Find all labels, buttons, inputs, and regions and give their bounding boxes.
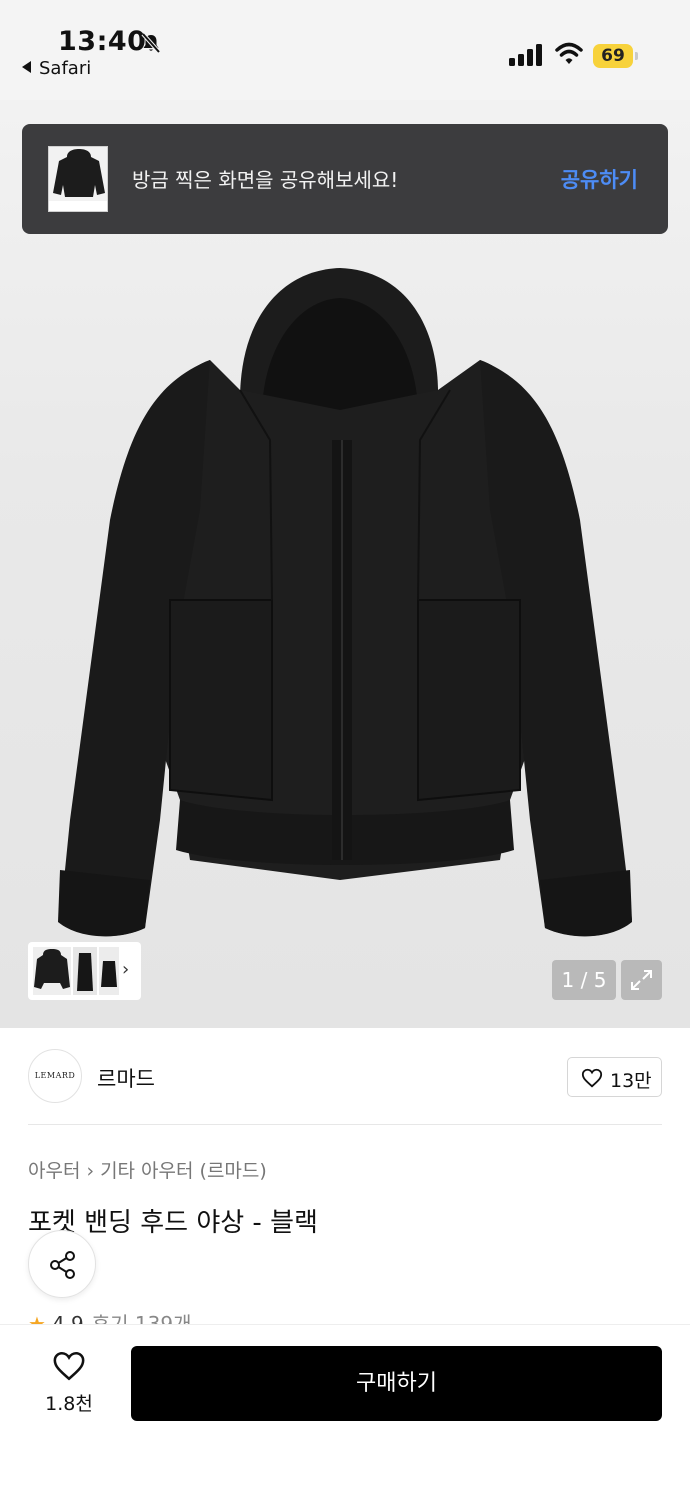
brand-like-count: 13만 xyxy=(610,1070,652,1092)
purchase-bar: 1.8천 구매하기 xyxy=(0,1324,690,1500)
category-breadcrumb: 아우터 › 기타 아우터 (르마드) xyxy=(28,1156,267,1183)
brand-logo[interactable]: LEMARD xyxy=(28,1049,82,1103)
wishlist-button[interactable]: 1.8천 xyxy=(38,1349,100,1429)
wifi-icon xyxy=(555,42,583,64)
expand-icon[interactable] xyxy=(621,960,662,1000)
thumbnail-item[interactable] xyxy=(99,947,119,995)
share-icon xyxy=(50,1251,75,1279)
heart-outline-icon xyxy=(53,1351,85,1381)
screenshot-share-toast[interactable]: 방금 찍은 화면을 공유해보세요! 공유하기 xyxy=(22,124,668,234)
bell-muted-icon xyxy=(141,32,161,54)
chevron-right-icon: › xyxy=(86,1160,95,1182)
brand-like-button[interactable]: 13만 xyxy=(567,1057,662,1097)
toast-share-button[interactable]: 공유하기 xyxy=(561,164,638,194)
divider xyxy=(28,1124,662,1125)
brand-name[interactable]: 르마드 xyxy=(97,1063,155,1093)
toast-screenshot-thumbnail xyxy=(48,146,108,212)
chevron-right-icon[interactable]: › xyxy=(122,959,129,980)
signal-icon xyxy=(509,44,542,66)
image-counter: 1 / 5 xyxy=(552,960,616,1000)
toast-message: 방금 찍은 화면을 공유해보세요! xyxy=(132,168,399,192)
image-thumbnail-strip[interactable]: › xyxy=(28,942,141,1000)
back-arrow-icon xyxy=(22,61,31,73)
breadcrumb-item[interactable]: 기타 아우터 (르마드) xyxy=(100,1160,267,1182)
heart-outline-icon xyxy=(581,1068,603,1088)
product-image-gallery[interactable] xyxy=(0,100,690,1028)
product-page: 13:40 Safari 69 방금 찍은 화면을 공유해보세요! 공유하기 ›… xyxy=(0,0,690,1500)
breadcrumb-item[interactable]: 아우터 xyxy=(28,1160,80,1182)
status-bar: 13:40 Safari 69 xyxy=(0,0,690,100)
battery-icon: 69 xyxy=(593,44,639,68)
wishlist-count: 1.8천 xyxy=(45,1393,93,1415)
back-app-label: Safari xyxy=(39,58,92,79)
buy-button[interactable]: 구매하기 xyxy=(131,1346,662,1421)
thumbnail-item[interactable] xyxy=(73,947,97,995)
back-to-app[interactable]: Safari xyxy=(22,58,91,79)
thumbnail-item[interactable] xyxy=(33,947,71,995)
status-time: 13:40 xyxy=(58,26,147,57)
battery-level: 69 xyxy=(593,44,633,68)
product-image xyxy=(58,268,632,937)
share-button[interactable] xyxy=(28,1230,96,1298)
